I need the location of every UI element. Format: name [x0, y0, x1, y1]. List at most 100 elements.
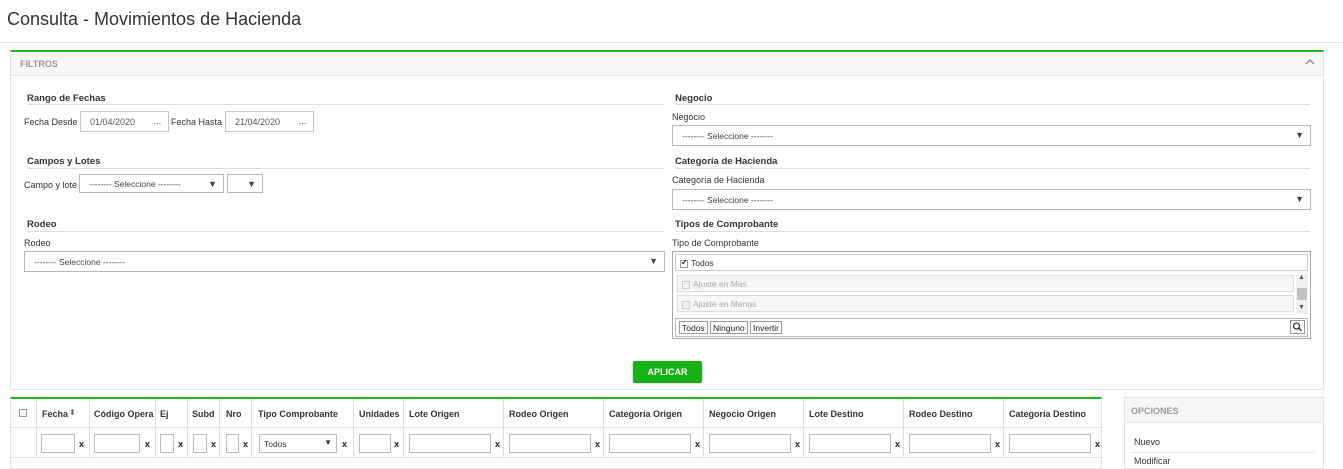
field-lot-select-value: -------- Seleccione -------- [89, 179, 181, 189]
date-range-section-title: Rango de Fechas [27, 93, 106, 104]
category-select[interactable]: -------- Seleccione -------- ▼ [672, 189, 1311, 210]
clear-filter-button[interactable]: x [495, 439, 500, 449]
apply-button[interactable]: APLICAR [633, 361, 702, 382]
field-lot-label: Campo y lote [24, 180, 78, 190]
scroll-up-icon[interactable]: ▲ [1298, 274, 1305, 281]
clear-filter-button[interactable]: x [795, 439, 800, 449]
filter-input[interactable] [709, 434, 791, 453]
column-header[interactable]: Subd [192, 409, 215, 419]
column-header[interactable]: Unidades [359, 409, 400, 419]
field-lot-select[interactable]: -------- Seleccione -------- ▼ [79, 174, 224, 193]
checkbox[interactable] [682, 280, 690, 289]
grid-col-rodeo-destino: Rodeo Destino x [904, 399, 1004, 458]
clear-filter-button[interactable]: x [211, 439, 216, 449]
clear-filter-button[interactable]: x [145, 439, 150, 449]
business-label: Negocio [672, 112, 706, 122]
filter-input[interactable] [409, 434, 491, 453]
clear-filter-button[interactable]: x [178, 439, 183, 449]
filter-input[interactable] [41, 434, 75, 453]
column-header[interactable]: Tipo Comprobante [258, 409, 338, 419]
options-panel: OPCIONES Nuevo Modificar [1124, 397, 1324, 469]
filter-input[interactable] [226, 434, 239, 453]
grid-col-categoria-destino: Categoría Destino x [1004, 399, 1101, 458]
business-select-value: -------- Seleccione -------- [682, 131, 774, 141]
date-to-label: Fecha Hasta [171, 117, 223, 127]
caret-down-icon: ▼ [649, 256, 658, 266]
date-from-picker-button[interactable]: ... [147, 111, 169, 132]
clear-filter-button[interactable]: x [79, 439, 84, 449]
voucher-actions-bar: Todos Ninguno Invertir [675, 318, 1308, 337]
column-header[interactable]: Ej [160, 409, 169, 419]
caret-down-icon: ▼ [324, 438, 332, 447]
filter-input[interactable] [809, 434, 891, 453]
clear-filter-button[interactable]: x [895, 439, 900, 449]
grid-col-rodeo-origen: Rodeo Origen x [504, 399, 604, 458]
column-header[interactable]: Categoría Origen [609, 409, 682, 419]
scrollbar-thumb[interactable] [1297, 288, 1307, 300]
filter-input[interactable] [359, 434, 391, 453]
grid-col-lote-destino: Lote Destino x [804, 399, 904, 458]
rodeo-select[interactable]: -------- Seleccione -------- ▼ [24, 251, 665, 272]
voucher-types-multiselect: Todos Ajuste en Mas Ajuste en Menos ▲ ▼ … [672, 251, 1311, 339]
clear-filter-button[interactable]: x [695, 439, 700, 449]
select-all-button[interactable]: Todos [679, 321, 708, 334]
voucher-option-label: Ajuste en Mas [693, 279, 747, 289]
column-header[interactable]: Rodeo Origen [509, 409, 569, 419]
filter-input[interactable] [94, 434, 140, 453]
voucher-option[interactable]: Ajuste en Mas [677, 275, 1294, 292]
category-section-title: Categoría de Hacienda [675, 156, 778, 167]
options-title: OPCIONES [1131, 406, 1179, 416]
date-from-input[interactable]: 01/04/2020 [80, 111, 148, 132]
filters-panel: FILTROS Rango de Fechas Fecha Desde 01/0… [10, 50, 1324, 390]
filter-input[interactable] [909, 434, 991, 453]
clear-filter-button[interactable]: x [243, 439, 248, 449]
filter-input[interactable] [193, 434, 207, 453]
option-new[interactable]: Nuevo [1134, 437, 1160, 447]
business-select[interactable]: -------- Seleccione -------- ▼ [672, 125, 1311, 146]
voucher-option[interactable]: Ajuste en Menos [677, 295, 1294, 312]
chevron-up-icon[interactable] [1305, 57, 1315, 69]
column-header[interactable]: Rodeo Destino [909, 409, 973, 419]
filter-input[interactable] [160, 434, 174, 453]
rodeo-select-value: -------- Seleccione -------- [34, 257, 126, 267]
grid-col-lote-origen: Lote Origen x [404, 399, 504, 458]
search-icon[interactable] [1290, 320, 1305, 334]
category-select-value: -------- Seleccione -------- [682, 195, 774, 205]
voucher-all-option[interactable]: Todos [675, 254, 1308, 271]
clear-filter-button[interactable]: x [995, 439, 1000, 449]
column-header[interactable]: Negocio Origen [709, 409, 776, 419]
invert-selection-button[interactable]: Invertir [750, 321, 782, 334]
clear-filter-button[interactable]: x [342, 439, 347, 449]
column-header[interactable]: Categoría Destino [1009, 409, 1086, 419]
column-header[interactable]: Nro [226, 409, 242, 419]
filter-input[interactable] [609, 434, 691, 453]
column-header[interactable]: Fecha [42, 409, 68, 419]
checkbox[interactable] [682, 300, 690, 309]
voucher-types-label: Tipo de Comprobante [672, 238, 759, 248]
rodeo-section-title: Rodeo [27, 219, 57, 230]
filters-title: FILTROS [20, 59, 58, 69]
select-none-button[interactable]: Ninguno [710, 321, 748, 334]
voucher-scrollbar[interactable]: ▲ ▼ [1296, 274, 1308, 314]
lot-select[interactable]: ▼ [227, 174, 263, 193]
select-all-checkbox[interactable] [19, 409, 27, 417]
grid-col-codigo: Código Opera x [90, 399, 156, 458]
date-to-picker-button[interactable]: ... [292, 111, 314, 132]
column-header[interactable]: Lote Origen [409, 409, 460, 419]
tipo-filter-select[interactable]: Todos ▼ [259, 434, 337, 453]
clear-filter-button[interactable]: x [394, 439, 399, 449]
column-header[interactable]: Lote Destino [809, 409, 864, 419]
clear-filter-button[interactable]: x [1095, 439, 1100, 449]
date-to-input[interactable]: 21/04/2020 [225, 111, 293, 132]
scroll-down-icon[interactable]: ▼ [1298, 304, 1305, 311]
option-modify[interactable]: Modificar [1134, 456, 1171, 466]
grid-col-unidades: Unidades x [354, 399, 404, 458]
sort-icon[interactable]: ⬍ [69, 408, 76, 417]
grid-col-subd: Subd x [188, 399, 220, 458]
filter-input[interactable] [509, 434, 591, 453]
column-header[interactable]: Código Opera [94, 409, 154, 419]
filter-input[interactable] [1009, 434, 1091, 453]
checkbox[interactable] [680, 258, 688, 268]
clear-filter-button[interactable]: x [595, 439, 600, 449]
filters-panel-header[interactable]: FILTROS [11, 52, 1323, 76]
